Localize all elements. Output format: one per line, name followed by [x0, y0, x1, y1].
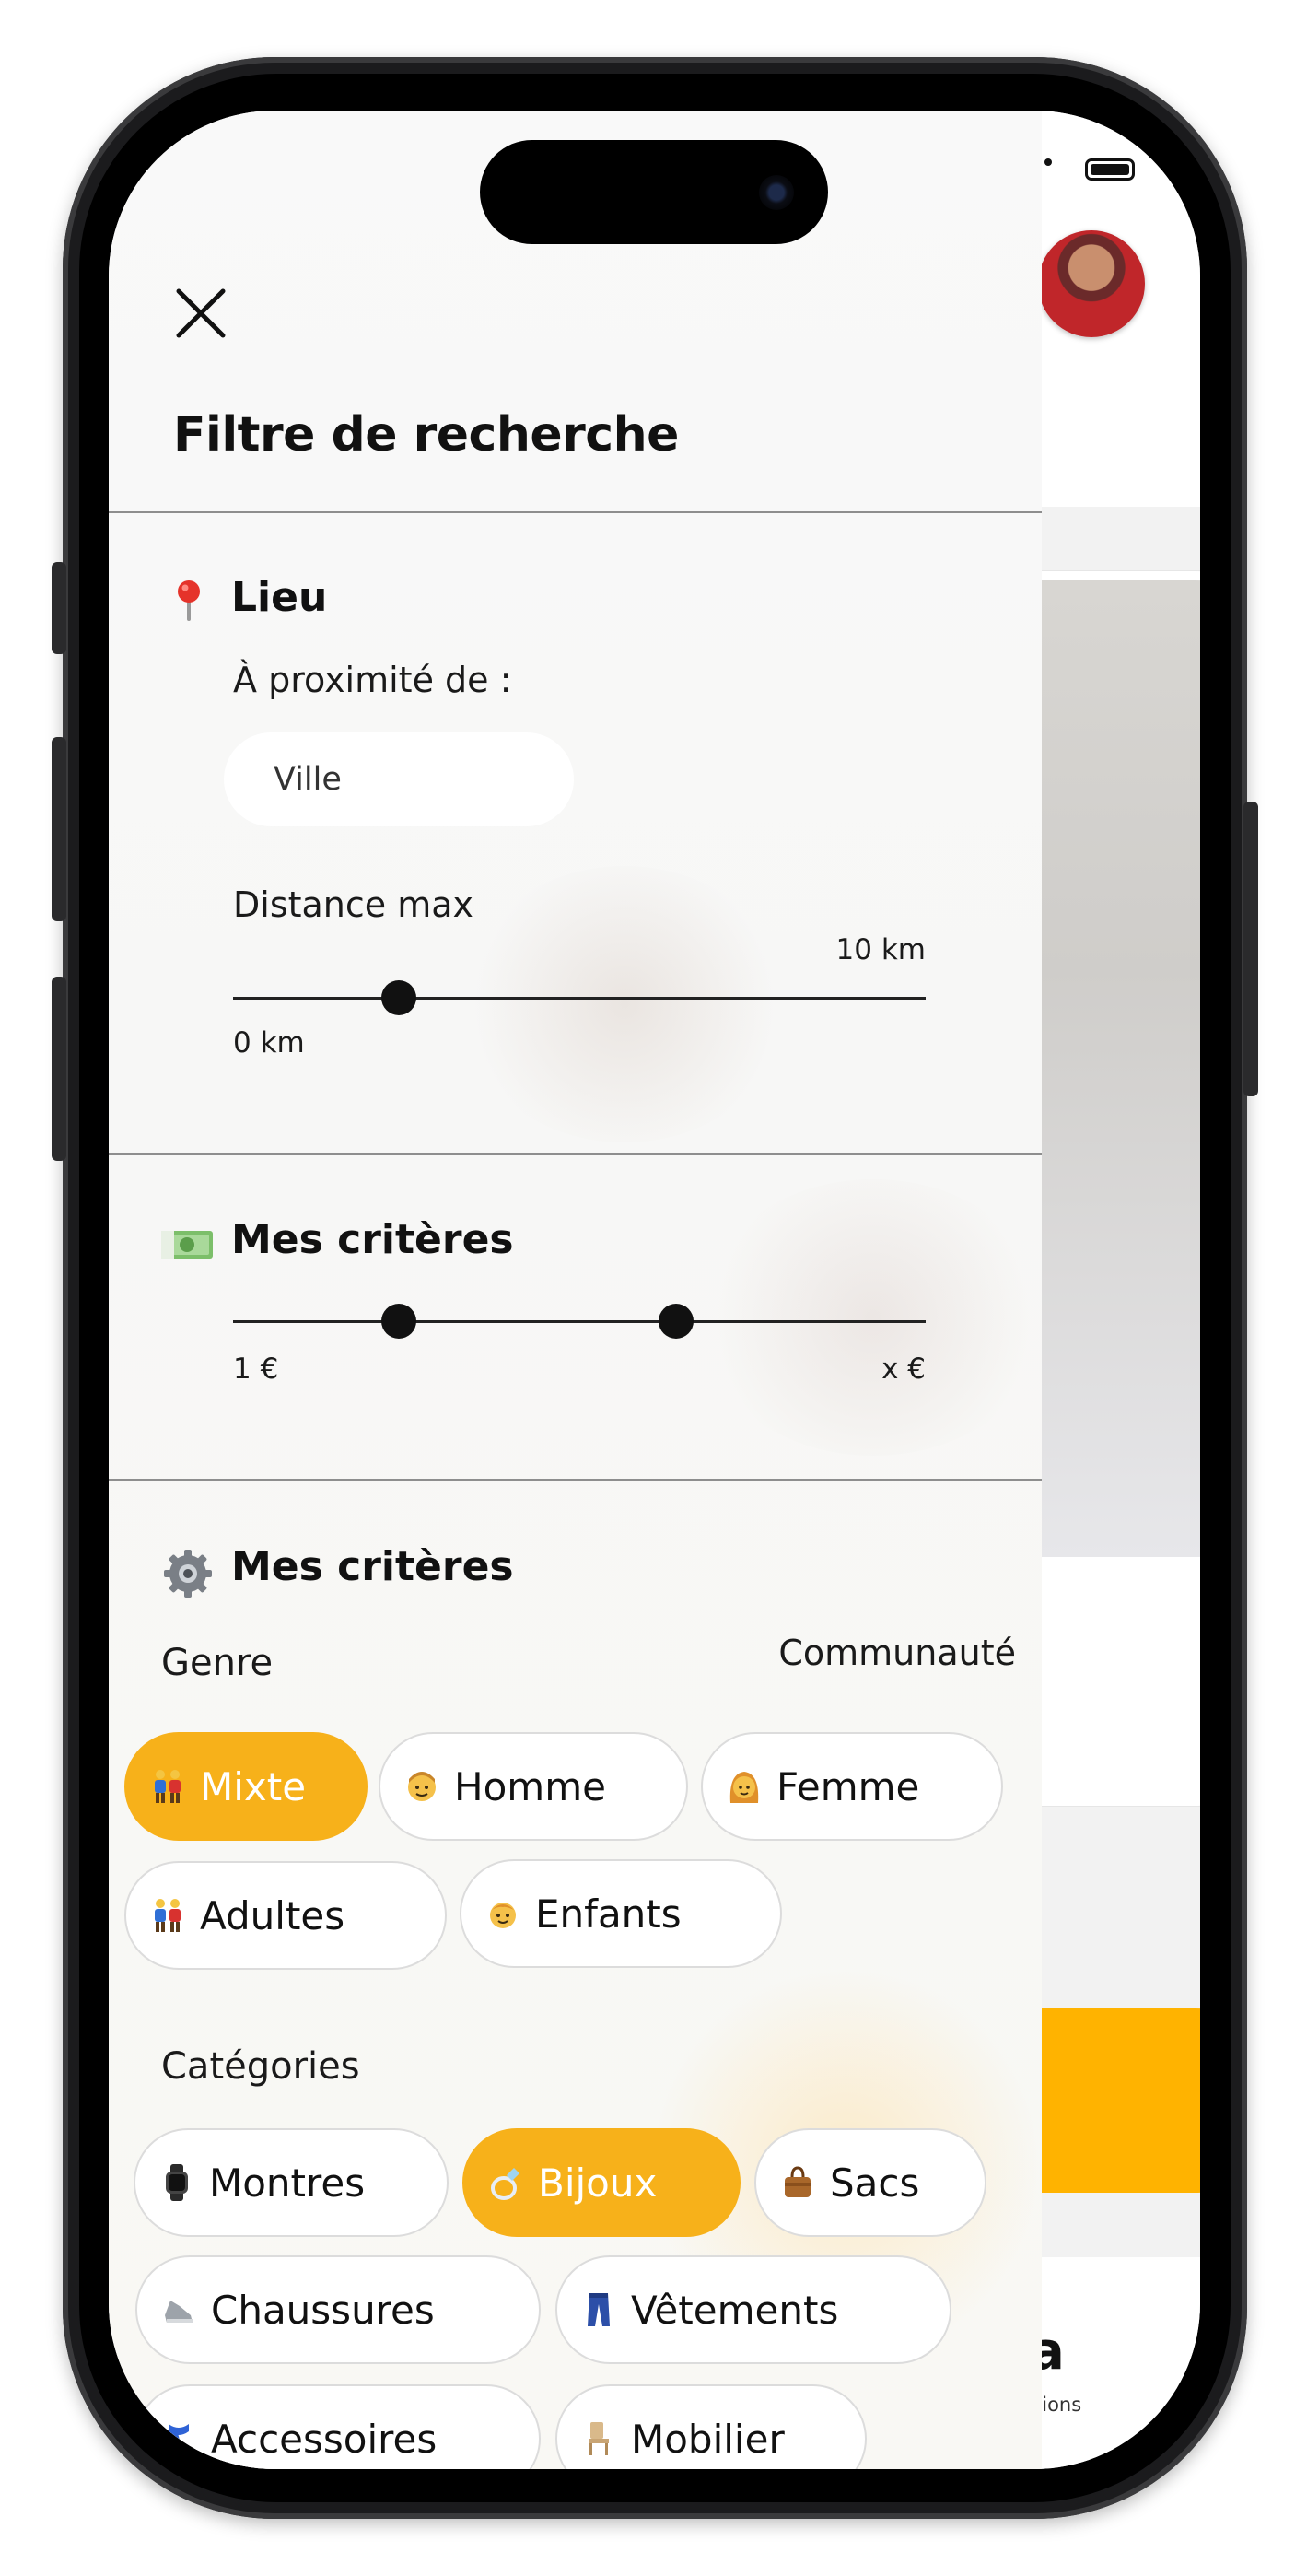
- avatar[interactable]: [1038, 230, 1145, 337]
- section-title-criteria: Mes critères: [231, 1543, 514, 1590]
- categories-label: Catégories: [161, 2045, 360, 2088]
- divider: [109, 511, 1042, 513]
- chair-icon: [589, 2422, 609, 2455]
- chip-label: Bijoux: [538, 2160, 658, 2206]
- section-title-location: Lieu: [231, 574, 328, 621]
- chip-chaussures[interactable]: Chaussures: [135, 2255, 541, 2364]
- battery-icon: [1085, 158, 1135, 181]
- distance-slider-track[interactable]: [233, 997, 926, 1000]
- page-title: Filtre de recherche: [173, 407, 679, 463]
- chip-label: Enfants: [535, 1891, 682, 1937]
- chip-label: Montres: [209, 2160, 366, 2206]
- chip-label: Mobilier: [631, 2416, 785, 2462]
- status-indicator: [1044, 158, 1052, 166]
- chip-adultes[interactable]: Adultes: [124, 1861, 447, 1970]
- chip-bijoux[interactable]: Bijoux: [462, 2128, 741, 2237]
- couple-icon: [155, 1899, 181, 1932]
- section-title-price: Mes critères: [231, 1216, 514, 1263]
- filter-drawer: Filtre de recherche Lieu À proximité de …: [109, 111, 1042, 2469]
- chip-mixte[interactable]: Mixte: [124, 1732, 368, 1841]
- price-slider-max-thumb[interactable]: [659, 1304, 694, 1339]
- camera-icon: [759, 175, 794, 210]
- ring-icon: [491, 2168, 519, 2200]
- chip-label: Chaussures: [211, 2287, 435, 2333]
- chip-mobilier[interactable]: Mobilier: [555, 2384, 867, 2469]
- distance-slider-thumb[interactable]: [381, 980, 417, 1015]
- community-label: Communauté: [778, 1633, 1016, 1673]
- pin-icon: [178, 580, 200, 621]
- distance-label: Distance max: [233, 884, 474, 925]
- chip-enfants[interactable]: Enfants: [460, 1859, 782, 1968]
- volume-up-button: [52, 737, 66, 921]
- gear-icon: [164, 1550, 212, 1598]
- shoe-icon: [165, 2301, 193, 2323]
- screen: a tions Filtre de recherche Lieu À proxi…: [109, 111, 1200, 2469]
- chip-label: Accessoires: [211, 2416, 438, 2462]
- chip-label: Femme: [776, 1763, 920, 1809]
- chip-label: Adultes: [200, 1892, 345, 1938]
- power-button: [1243, 802, 1258, 1096]
- couple-icon: [155, 1770, 181, 1803]
- chip-accessoires[interactable]: Accessoires: [135, 2384, 541, 2469]
- chip-label: Vêtements: [631, 2287, 839, 2333]
- child-icon: [490, 1903, 516, 1928]
- near-label: À proximité de :: [233, 660, 512, 700]
- watch-icon: [166, 2164, 188, 2201]
- jeans-icon: [588, 2293, 610, 2326]
- chip-label: Mixte: [200, 1763, 307, 1809]
- chip-montres[interactable]: Montres: [134, 2128, 449, 2237]
- price-slider-min-thumb[interactable]: [381, 1304, 417, 1339]
- distance-max-label: 10 km: [835, 933, 926, 966]
- volume-down-button: [52, 977, 66, 1161]
- distance-min-label: 0 km: [233, 1026, 305, 1060]
- chip-label: Homme: [454, 1763, 606, 1809]
- divider: [109, 1153, 1042, 1155]
- man-icon: [408, 1772, 436, 1801]
- price-min-label: 1 €: [233, 1352, 279, 1386]
- chip-sacs[interactable]: Sacs: [754, 2128, 986, 2237]
- price-slider-track[interactable]: [233, 1320, 926, 1323]
- bag-icon: [785, 2166, 811, 2197]
- chip-label: Sacs: [830, 2160, 920, 2206]
- scarf-icon: [169, 2424, 189, 2455]
- chip-vetements[interactable]: Vêtements: [555, 2255, 951, 2364]
- city-input[interactable]: [224, 732, 574, 826]
- price-max-label: x €: [881, 1352, 926, 1386]
- close-icon[interactable]: [173, 286, 228, 341]
- divider: [109, 1479, 1042, 1481]
- chip-femme[interactable]: Femme: [701, 1732, 1003, 1841]
- money-icon: [161, 1231, 213, 1259]
- woman-icon: [729, 1772, 759, 1803]
- genre-label: Genre: [161, 1642, 274, 1684]
- action-button: [52, 562, 66, 654]
- chip-homme[interactable]: Homme: [379, 1732, 688, 1841]
